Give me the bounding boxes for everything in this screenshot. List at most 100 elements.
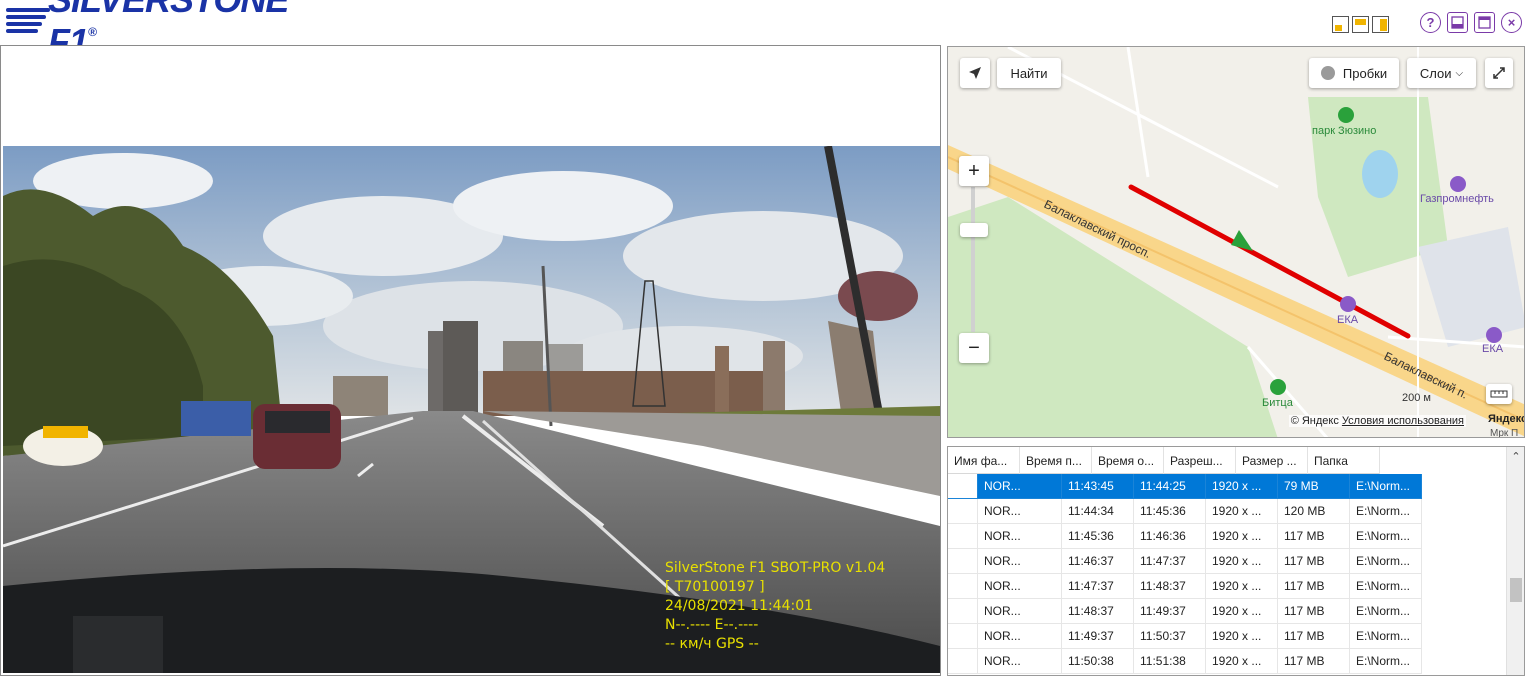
table-row[interactable]: NOR... 11:45:36 11:46:36 1920 x ... 117 MB E:… [948, 524, 1422, 549]
park-label: парк Зюзино [1312, 125, 1377, 137]
map-corner-label: Мрк П [1490, 428, 1519, 438]
table-row[interactable]: NOR... 11:44:34 11:45:36 1920 x ... 120 MB E:… [948, 499, 1422, 524]
row-indicator [948, 649, 978, 674]
table-row[interactable]: NOR... 11:50:38 11:51:38 1920 x ... 117 MB E:… [948, 649, 1422, 674]
column-folder-cell: E:\Norm... [1350, 649, 1422, 674]
column-resolution-cell: 1920 x ... [1206, 649, 1278, 674]
row-indicator [948, 574, 978, 599]
window-controls: ? × [1420, 12, 1522, 33]
close-icon[interactable]: × [1501, 12, 1522, 33]
column-size-cell: 117 MB [1278, 549, 1350, 574]
row-indicator [948, 499, 978, 524]
minimize-icon[interactable] [1447, 12, 1468, 33]
column-end-time-cell: 11:45:36 [1134, 499, 1206, 524]
column-size-cell: 120 MB [1278, 499, 1350, 524]
column-size-cell: 79 MB [1278, 474, 1350, 499]
zoom-slider-handle[interactable] [960, 223, 988, 237]
column-size-cell: 117 MB [1278, 599, 1350, 624]
scroll-up-icon[interactable]: ⌃ [1507, 450, 1524, 466]
zoom-out-button[interactable]: − [959, 333, 989, 363]
map-copyright: © Яндекс Условия использования [1288, 415, 1466, 427]
file-list-header: Имя фа... Время п... Время о... Разреш... Ра… [948, 447, 1380, 474]
table-row[interactable]: NOR... 11:48:37 11:49:37 1920 x ... 117 MB E:… [948, 599, 1422, 624]
row-indicator [948, 524, 978, 549]
column-end-time-cell: 11:46:36 [1134, 524, 1206, 549]
column-filename-cell: NOR... [978, 474, 1062, 499]
table-row[interactable]: NOR... 11:49:37 11:50:37 1920 x ... 117 MB E:… [948, 624, 1422, 649]
column-folder-cell: E:\Norm... [1350, 499, 1422, 524]
column-resolution-header[interactable]: Разреш... [1164, 447, 1236, 474]
zoom-in-button[interactable]: + [959, 156, 989, 186]
column-folder-cell: E:\Norm... [1350, 549, 1422, 574]
column-size-cell: 117 MB [1278, 574, 1350, 599]
column-folder-cell: E:\Norm... [1350, 599, 1422, 624]
column-size-cell: 117 MB [1278, 624, 1350, 649]
table-row[interactable]: NOR... 11:47:37 11:48:37 1920 x ... 117 MB E:… [948, 574, 1422, 599]
column-end-time-cell: 11:47:37 [1134, 549, 1206, 574]
column-filename-cell: NOR... [978, 599, 1062, 624]
column-start-time-cell: 11:48:37 [1062, 599, 1134, 624]
column-end-time-cell: 11:51:38 [1134, 649, 1206, 674]
column-filename-cell: NOR... [978, 574, 1062, 599]
ruler-button[interactable] [1486, 384, 1512, 404]
expand-icon [1493, 67, 1505, 79]
scroll-thumb[interactable] [1510, 578, 1522, 602]
scale-label: 200 м [1402, 392, 1431, 404]
row-indicator [948, 624, 978, 649]
map-find-button[interactable]: Найти [997, 58, 1061, 88]
layout-double-icon[interactable] [1352, 16, 1369, 33]
copyright-text: © Яндекс [1290, 415, 1339, 427]
logo-stripes-icon [6, 4, 50, 38]
column-start-time-cell: 11:43:45 [1062, 474, 1134, 499]
app-window: SILVERSTONE F1® ? × [0, 0, 1530, 676]
column-size-cell: 117 MB [1278, 649, 1350, 674]
column-folder-cell: E:\Norm... [1350, 624, 1422, 649]
locate-me-button[interactable] [960, 58, 990, 88]
layout-map-icon[interactable] [1372, 16, 1389, 33]
file-list-panel: Имя фа... Время п... Время о... Разреш... Ра… [947, 446, 1525, 676]
column-start-time-header[interactable]: Время п... [1020, 447, 1092, 474]
traffic-label: Пробки [1342, 65, 1388, 81]
video-osd-overlay: SilverStone F1 SBOT-PRO v1.04 [ T70100197… [665, 559, 885, 654]
table-row[interactable]: NOR... 11:46:37 11:47:37 1920 x ... 117 MB E:… [948, 549, 1422, 574]
fullscreen-button[interactable] [1485, 58, 1513, 88]
poi-label-eka-2: ЕКА [1482, 343, 1504, 355]
column-start-time-cell: 11:44:34 [1062, 499, 1134, 524]
layers-label: Слои [1419, 65, 1452, 81]
column-end-time-header[interactable]: Время о... [1092, 447, 1164, 474]
row-indicator [948, 549, 978, 574]
yandex-logo: Яндекс [1488, 413, 1525, 425]
column-folder-cell: E:\Norm... [1350, 474, 1422, 499]
help-icon[interactable]: ? [1420, 12, 1441, 33]
osd-datetime: 24/08/2021 11:44:01 [665, 598, 814, 614]
sport-label: Битца [1262, 397, 1293, 409]
osd-coordinates: N--.---- E--.---- [665, 617, 759, 633]
maximize-icon[interactable] [1474, 12, 1495, 33]
column-end-time-cell: 11:48:37 [1134, 574, 1206, 599]
column-start-time-cell: 11:49:37 [1062, 624, 1134, 649]
column-filename-cell: NOR... [978, 549, 1062, 574]
file-list-scrollbar[interactable]: ⌃ [1506, 447, 1524, 675]
column-resolution-cell: 1920 x ... [1206, 574, 1278, 599]
column-folder-header[interactable]: Папка [1308, 447, 1380, 474]
column-resolution-cell: 1920 x ... [1206, 624, 1278, 649]
layers-button[interactable]: Слои ⌵ [1407, 58, 1476, 88]
file-list-body: NOR... 11:43:45 11:44:25 1920 x ... 79 MB E:\… [948, 474, 1422, 674]
column-filename-cell: NOR... [978, 649, 1062, 674]
column-start-time-cell: 11:46:37 [1062, 549, 1134, 574]
column-end-time-cell: 11:49:37 [1134, 599, 1206, 624]
osd-firmware: SilverStone F1 SBOT-PRO v1.04 [665, 560, 886, 576]
column-filename-header[interactable]: Имя фа... [948, 447, 1020, 474]
layout-selector [1332, 16, 1389, 33]
ruler-icon [1490, 390, 1508, 398]
layout-single-icon[interactable] [1332, 16, 1349, 33]
terms-link[interactable]: Условия использования [1342, 415, 1464, 427]
video-frame[interactable]: SilverStone F1 SBOT-PRO v1.04 [ T70100197… [3, 146, 940, 673]
column-size-header[interactable]: Размер ... [1236, 447, 1308, 474]
video-panel: SilverStone F1 SBOT-PRO v1.04 [ T70100197… [0, 45, 941, 676]
map-panel[interactable]: Найти Пробки Слои ⌵ + − Балаклавский про… [947, 46, 1525, 438]
row-indicator [948, 474, 978, 499]
column-end-time-cell: 11:44:25 [1134, 474, 1206, 499]
table-row[interactable]: NOR... 11:43:45 11:44:25 1920 x ... 79 MB E:\… [948, 474, 1422, 499]
traffic-button[interactable]: Пробки [1309, 58, 1399, 88]
